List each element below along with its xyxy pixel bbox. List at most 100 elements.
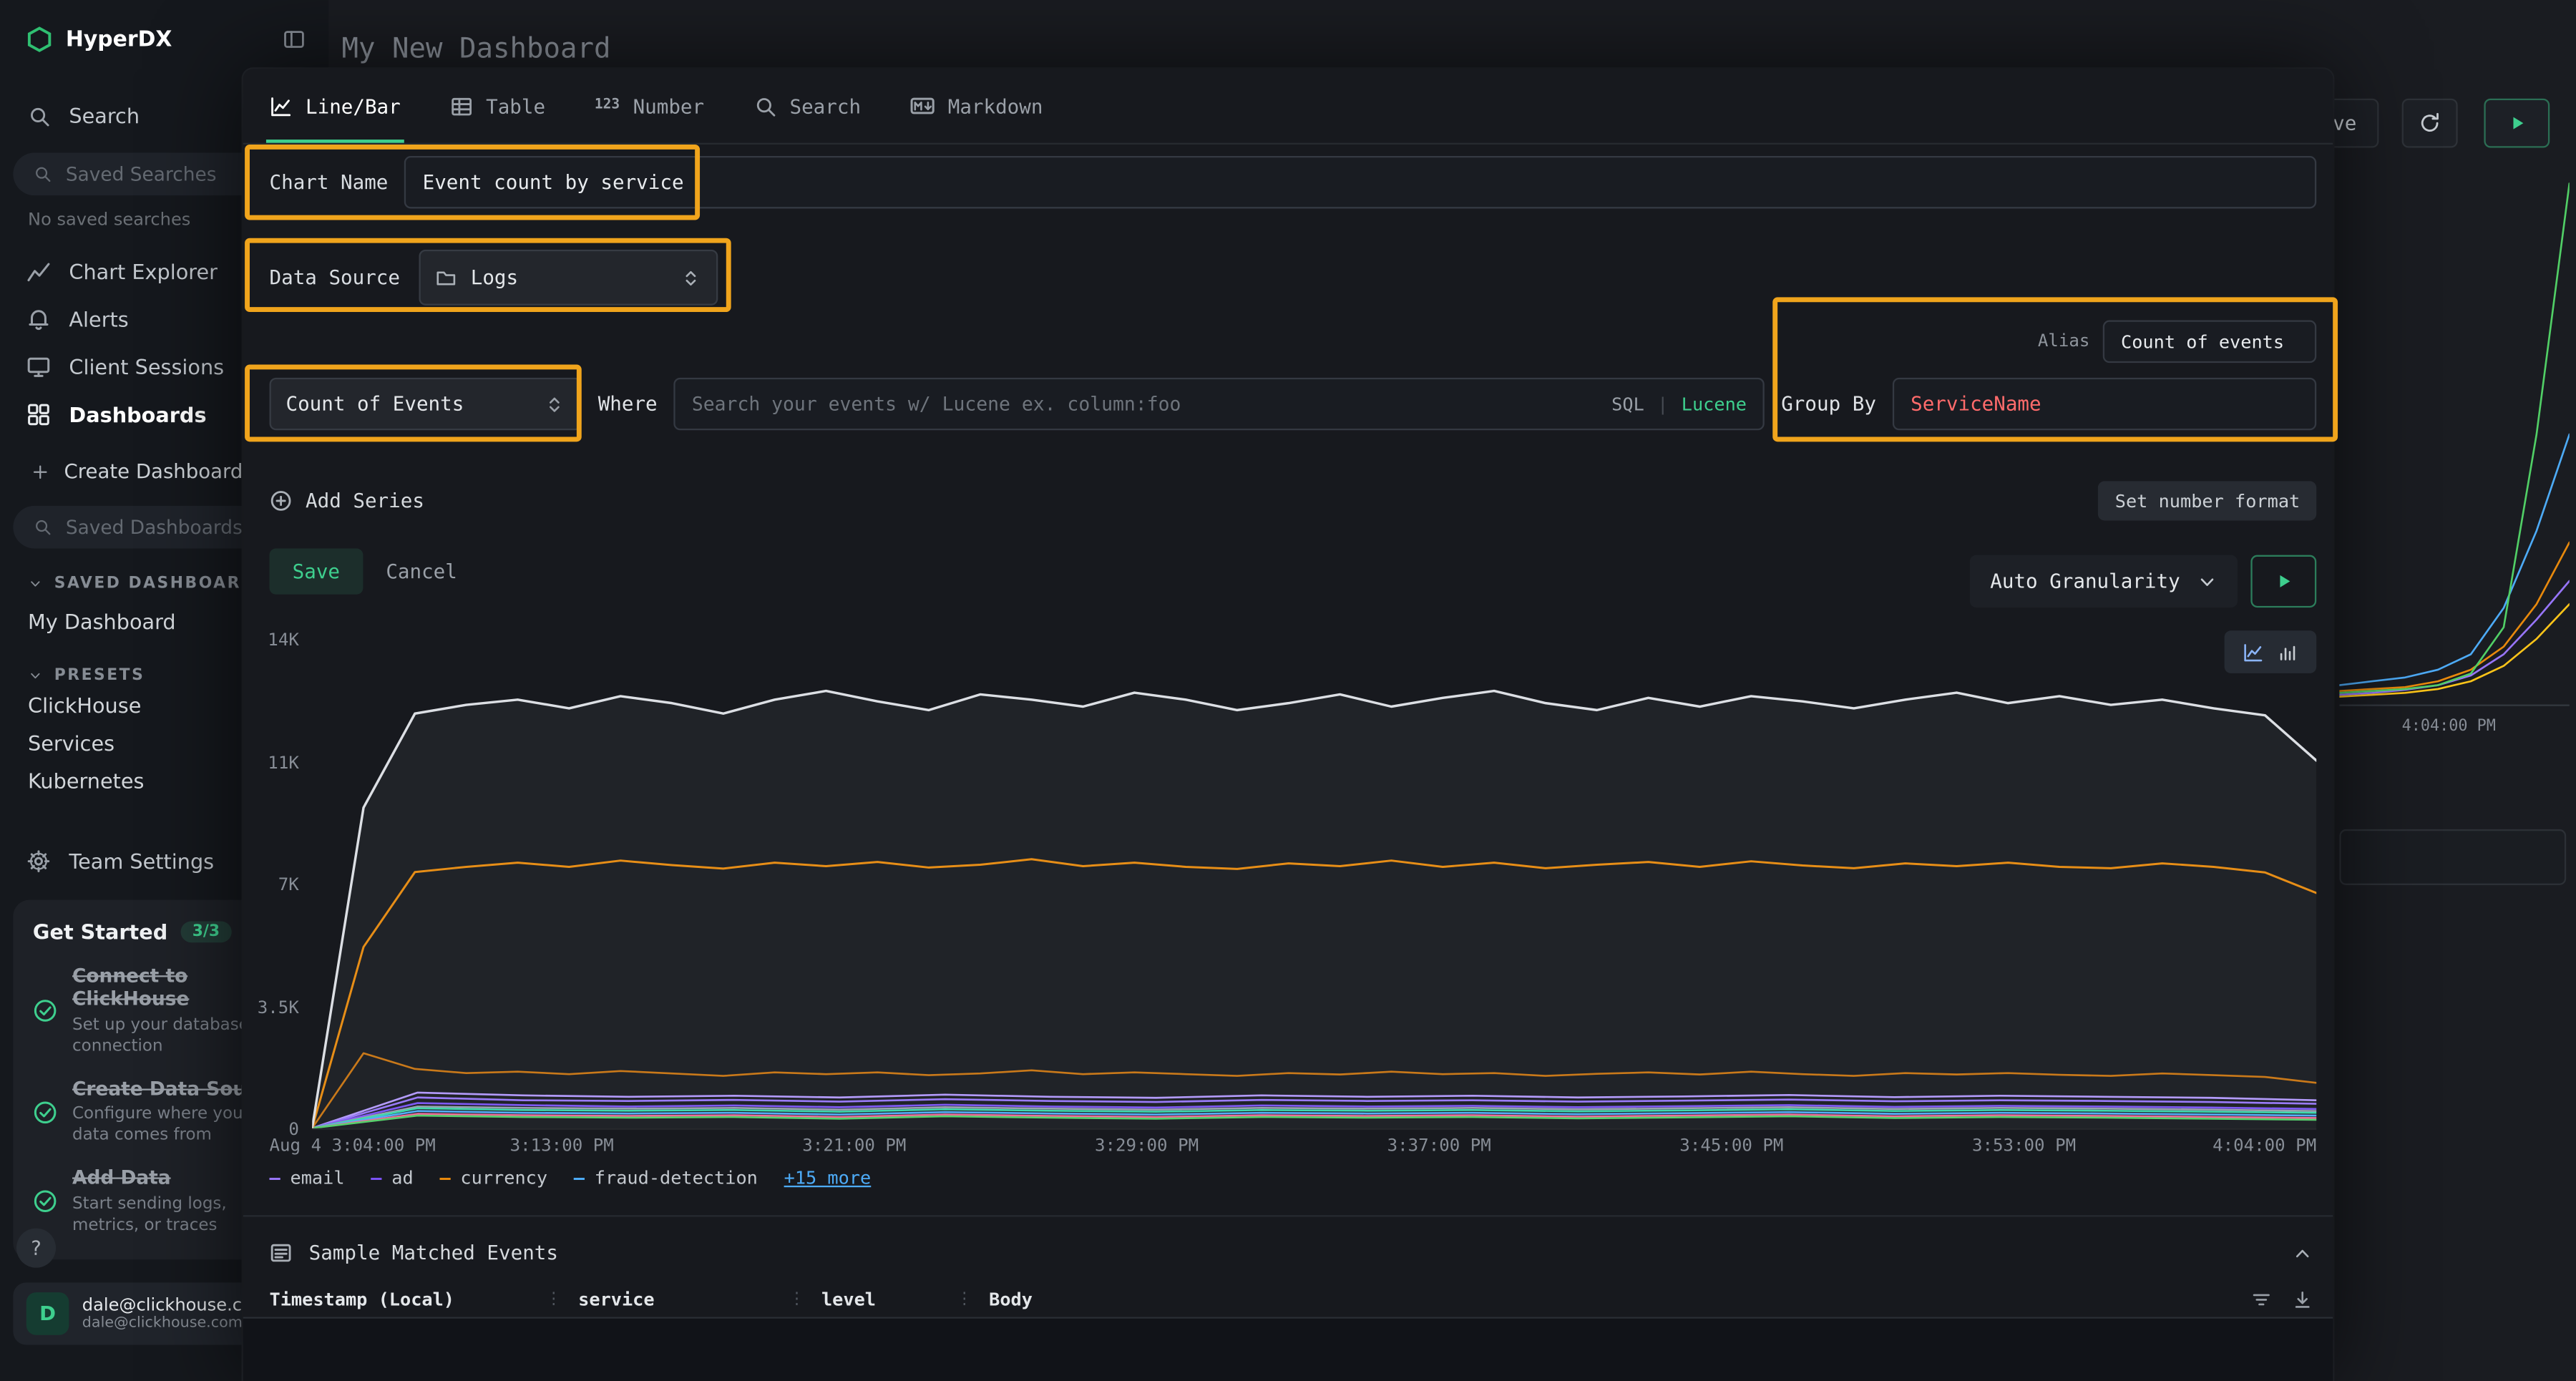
page-title: My New Dashboard <box>342 33 611 66</box>
avatar: D <box>26 1292 69 1335</box>
get-started-title: Get Started <box>33 919 167 944</box>
x-axis-tick: 3:21:00 PM <box>802 1136 906 1156</box>
column-separator: ⋮ <box>956 1291 972 1309</box>
create-dashboard-label: Create Dashboard <box>64 460 243 483</box>
tab-label: Search <box>790 94 862 117</box>
data-source-select[interactable]: Logs <box>420 250 719 306</box>
sidebar-item-label: Search <box>69 104 140 128</box>
column-separator: ⋮ <box>545 1291 562 1309</box>
number-123-icon: 123 <box>595 99 620 113</box>
markdown-icon <box>910 94 935 118</box>
tab-markdown[interactable]: Markdown <box>910 69 1043 142</box>
user-text: dale@clickhouse.c... dale@clickhouse.com… <box>82 1296 268 1332</box>
run-chart-button[interactable] <box>2250 555 2316 607</box>
collapse-section-icon[interactable] <box>2292 1242 2313 1264</box>
table-column-header[interactable]: Timestamp (Local) <box>270 1289 530 1310</box>
alias-input[interactable] <box>2103 321 2316 363</box>
background-x-axis-label: 4:04:00 PM <box>2402 718 2496 736</box>
legend-more-link[interactable]: +15 more <box>784 1168 872 1189</box>
where-search-input[interactable] <box>692 392 1599 415</box>
brand-row: HyperDX <box>0 0 328 56</box>
refresh-icon <box>2419 112 2441 135</box>
chart-type-tabs: Line/Bar Table 123 Number Search Markdown <box>243 69 2333 145</box>
tab-label: Table <box>486 94 545 117</box>
data-source-value: Logs <box>471 266 518 289</box>
x-axis-tick: 3:45:00 PM <box>1679 1136 1783 1156</box>
user-name: dale@clickhouse.c... <box>82 1296 268 1316</box>
run-dashboard-button[interactable] <box>2484 99 2550 148</box>
help-button[interactable]: ? <box>16 1229 56 1268</box>
aggregation-select[interactable]: Count of Events <box>270 378 582 430</box>
refresh-button[interactable] <box>2402 99 2458 148</box>
line-chart-plot[interactable] <box>312 640 2316 1130</box>
add-series-button[interactable]: Add Series <box>270 489 424 512</box>
select-stepper-icon <box>544 394 565 415</box>
sidebar-collapse-button[interactable] <box>283 28 306 51</box>
legend-item[interactable]: +15 more <box>784 1168 872 1189</box>
check-circle-icon <box>33 1078 57 1146</box>
filter-icon[interactable] <box>2250 1289 2272 1310</box>
chart-name-label: Chart Name <box>270 171 389 194</box>
tab-search[interactable]: Search <box>753 69 861 142</box>
alias-label: Alias <box>2038 332 2090 352</box>
table-column-header[interactable]: level <box>821 1289 940 1310</box>
background-panel-fragment <box>2339 829 2566 885</box>
search-icon <box>34 518 52 537</box>
linechart-icon <box>270 94 293 117</box>
legend-item[interactable]: —ad <box>371 1168 413 1189</box>
presets-section-label: PRESETS <box>54 667 145 685</box>
table-header-icons <box>2250 1289 2313 1310</box>
tab-label: Line/Bar <box>306 94 401 117</box>
search-icon <box>34 165 52 183</box>
granularity-value: Auto Granularity <box>1990 570 2180 592</box>
add-series-row: Add Series Set number format <box>270 479 2317 522</box>
x-axis-tick: Aug 4 3:04:00 PM <box>270 1136 436 1156</box>
y-axis-tick: 14K <box>268 630 299 650</box>
tab-label: Number <box>633 94 705 117</box>
granularity-select[interactable]: Auto Granularity <box>1971 555 2238 607</box>
divider <box>243 1215 2333 1216</box>
legend-item[interactable]: —currency <box>439 1168 547 1189</box>
x-axis: Aug 4 3:04:00 PM3:13:00 PM3:21:00 PM3:29… <box>270 1136 2317 1158</box>
hyperdx-logo-icon <box>26 26 53 53</box>
tab-label: Markdown <box>948 94 1043 117</box>
chart-legend: —email—ad—currency—fraud-detection+15 mo… <box>270 1168 872 1189</box>
tab-table[interactable]: Table <box>450 69 545 142</box>
play-icon <box>2508 113 2526 133</box>
legend-color-dash: — <box>371 1168 381 1189</box>
team-settings-label: Team Settings <box>69 849 214 873</box>
aggregation-value: Count of Events <box>286 392 464 415</box>
where-searchbox: SQL | Lucene <box>674 378 1765 430</box>
lucene-mode-toggle[interactable]: Lucene <box>1682 394 1747 415</box>
sql-mode-toggle[interactable]: SQL <box>1611 394 1644 415</box>
legend-color-dash: — <box>270 1168 280 1189</box>
cancel-button[interactable]: Cancel <box>386 560 457 583</box>
chart-name-input[interactable] <box>404 156 2316 208</box>
legend-item[interactable]: —fraud-detection <box>574 1168 758 1189</box>
set-number-format-button[interactable]: Set number format <box>2099 481 2316 520</box>
circle-plus-icon <box>270 489 293 512</box>
x-axis-tick: 3:37:00 PM <box>1387 1136 1491 1156</box>
monitor-icon <box>26 355 51 379</box>
table-column-header[interactable]: Body <box>989 1289 2250 1310</box>
group-by-label: Group By <box>1781 392 1876 415</box>
chart-name-row: Chart Name <box>270 156 2317 208</box>
legend-label: currency <box>460 1168 547 1189</box>
edit-chart-modal: Line/Bar Table 123 Number Search Markdown Cha… <box>243 69 2333 1381</box>
table-column-header[interactable]: service <box>578 1289 772 1310</box>
chevron-down-icon <box>28 668 43 683</box>
select-stepper-icon <box>681 267 703 288</box>
table-list-icon <box>270 1241 293 1264</box>
play-icon <box>2275 572 2293 592</box>
legend-item[interactable]: —email <box>270 1168 345 1189</box>
y-axis-tick: 3.5K <box>258 997 299 1018</box>
tab-line-bar[interactable]: Line/Bar <box>270 69 401 142</box>
tab-number[interactable]: 123 Number <box>595 69 704 142</box>
group-by-input[interactable] <box>1893 378 2316 430</box>
add-series-label: Add Series <box>306 489 424 512</box>
save-button[interactable]: Save <box>270 548 364 594</box>
sort-descending-icon[interactable] <box>2292 1289 2313 1310</box>
events-table-body <box>243 1319 2333 1381</box>
mode-separator: | <box>1657 394 1668 415</box>
granularity-row: Auto Granularity <box>1971 555 2317 607</box>
